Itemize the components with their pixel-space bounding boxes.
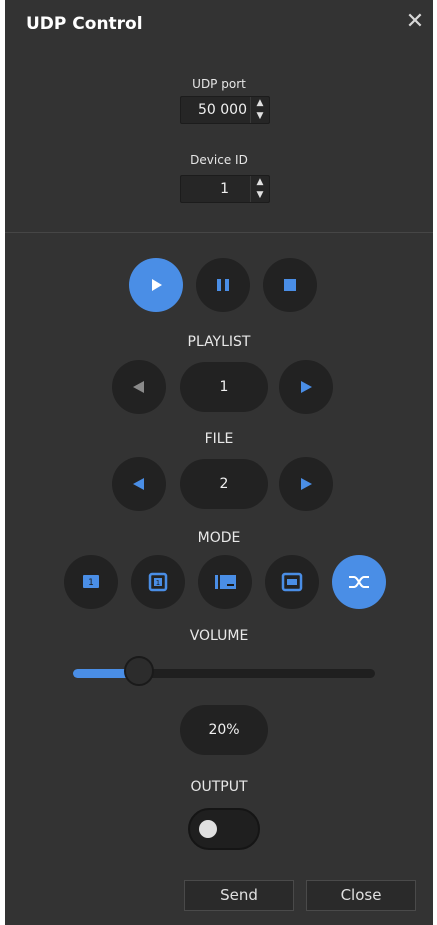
device-id-down-icon[interactable]: ▼: [251, 189, 269, 202]
stop-icon: [284, 279, 296, 291]
prev-arrow-icon: [133, 478, 144, 490]
play-all-icon: [215, 575, 236, 589]
pause-button[interactable]: [196, 258, 250, 312]
udp-control-window: UDP Control ✕ UDP port 50 000 ▲ ▼ Device…: [5, 0, 433, 925]
svg-text:1: 1: [156, 579, 160, 587]
output-toggle-knob: [199, 820, 217, 838]
volume-value: 20%: [180, 705, 268, 755]
close-button[interactable]: Close: [306, 880, 416, 911]
send-button[interactable]: Send: [184, 880, 294, 911]
file-value: 2: [180, 459, 268, 509]
mode-shuffle-button[interactable]: [332, 555, 386, 609]
device-id-up-icon[interactable]: ▲: [251, 176, 269, 189]
device-id-spinbox[interactable]: 1 ▲ ▼: [180, 175, 270, 203]
next-arrow-icon: [301, 381, 312, 393]
close-icon[interactable]: ✕: [403, 10, 427, 34]
file-prev-button[interactable]: [112, 457, 166, 511]
udp-port-label: UDP port: [192, 77, 246, 91]
shuffle-icon: [349, 576, 369, 588]
device-id-stepper: ▲ ▼: [250, 176, 269, 202]
output-toggle[interactable]: [188, 808, 260, 850]
next-arrow-icon: [301, 478, 312, 490]
mode-label: MODE: [197, 530, 241, 546]
section-divider: [5, 232, 433, 233]
mode-play-all-button[interactable]: [198, 555, 252, 609]
udp-port-value[interactable]: 50 000: [181, 97, 247, 123]
volume-label: VOLUME: [189, 628, 249, 644]
play-icon: [152, 279, 162, 291]
stop-button[interactable]: [263, 258, 317, 312]
file-label: FILE: [204, 431, 234, 447]
repeat-one-icon: 1: [148, 572, 168, 592]
playlist-value: 1: [180, 362, 268, 412]
file-next-button[interactable]: [279, 457, 333, 511]
udp-port-spinbox[interactable]: 50 000 ▲ ▼: [180, 96, 270, 124]
device-id-label: Device ID: [190, 153, 248, 167]
playlist-next-button[interactable]: [279, 360, 333, 414]
device-id-value[interactable]: 1: [181, 176, 229, 202]
mode-repeat-one-button[interactable]: 1: [131, 555, 185, 609]
volume-slider-thumb[interactable]: [124, 656, 155, 686]
pause-icon: [217, 279, 229, 291]
udp-port-down-icon[interactable]: ▼: [251, 110, 269, 123]
playlist-prev-button[interactable]: [112, 360, 166, 414]
play-once-icon: 1: [83, 575, 99, 588]
svg-text:1: 1: [88, 578, 94, 588]
mode-play-once-button[interactable]: 1: [64, 555, 118, 609]
volume-slider[interactable]: [73, 669, 375, 678]
prev-arrow-icon: [133, 381, 144, 393]
udp-port-up-icon[interactable]: ▲: [251, 97, 269, 110]
mode-repeat-all-button[interactable]: [265, 555, 319, 609]
window-title: UDP Control: [26, 14, 143, 34]
udp-port-stepper: ▲ ▼: [250, 97, 269, 123]
play-button[interactable]: [129, 258, 183, 312]
output-label: OUTPUT: [190, 779, 248, 795]
playlist-label: PLAYLIST: [187, 334, 251, 350]
repeat-all-icon: [281, 572, 303, 592]
